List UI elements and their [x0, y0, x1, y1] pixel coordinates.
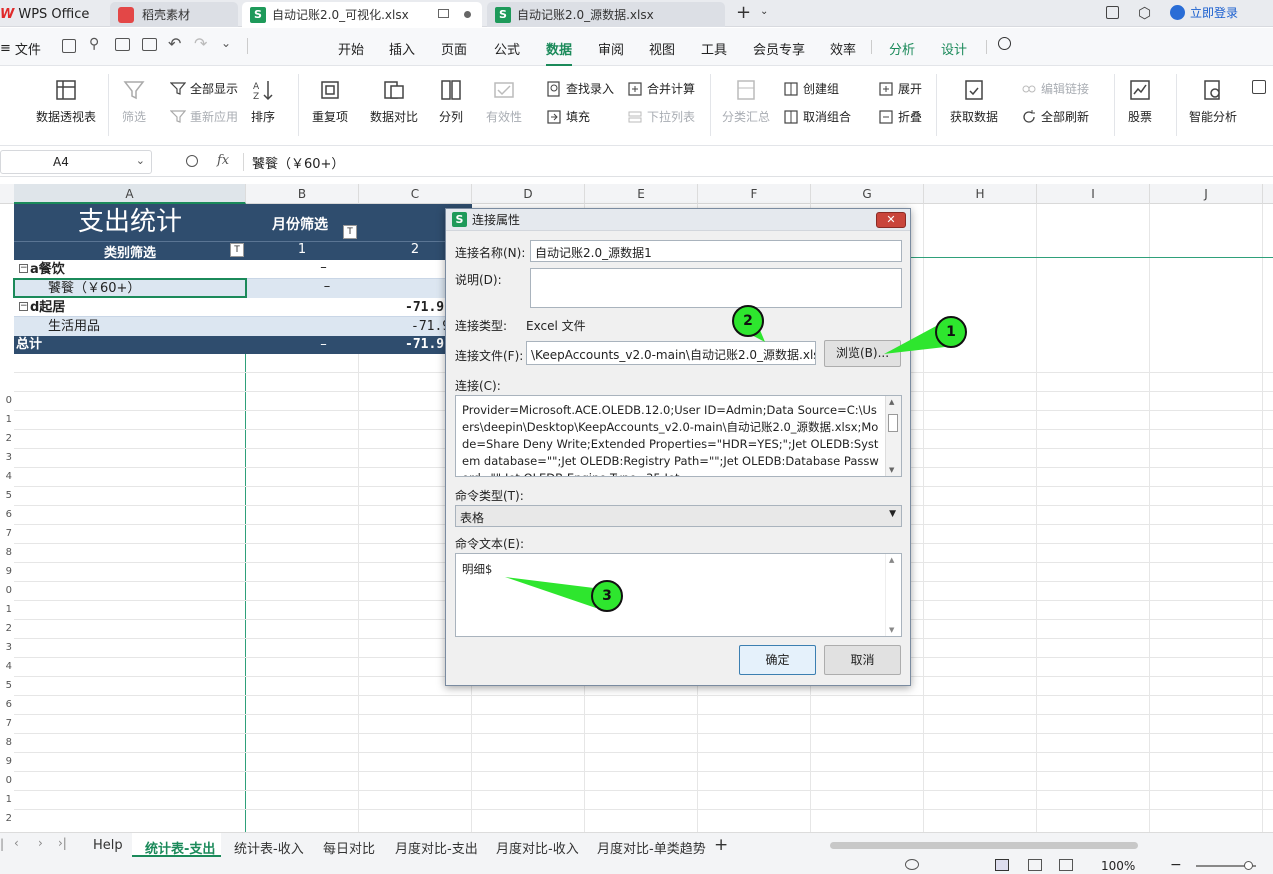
callout-1: 1: [935, 316, 967, 348]
callout-3-pointer: [505, 577, 596, 608]
callout-pointers: [505, 325, 945, 608]
callout-2: 2: [732, 305, 764, 337]
wps-window: W WPS Office 稻壳素材 S 自动记账2.0_可视化.xlsx S 自…: [0, 0, 1273, 874]
callout-3: 3: [591, 580, 623, 612]
